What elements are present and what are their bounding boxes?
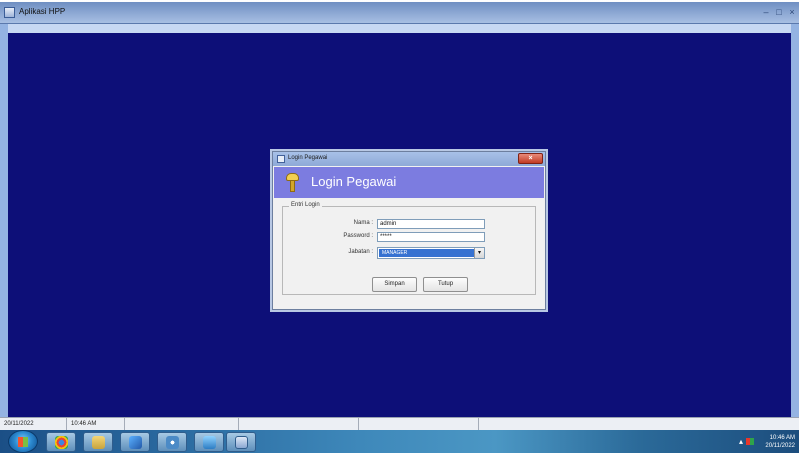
window-border-left [0,24,8,434]
paint-taskbar-button[interactable] [120,432,150,452]
password-input[interactable]: ***** [377,232,485,242]
name-input[interactable]: admin [377,219,485,229]
start-button[interactable] [8,430,38,453]
app-taskbar-button[interactable] [194,432,224,452]
clock-date: 20/11/2022 [765,443,795,449]
maximize-icon[interactable]: □ [773,6,785,18]
media-taskbar-button[interactable] [157,432,187,452]
key-icon [286,173,299,192]
application-icon [203,436,216,449]
position-selected-value: MANAGER [379,249,475,257]
chrome-icon [55,436,68,449]
save-button[interactable]: Simpan [372,277,417,292]
dialog-titlebar[interactable]: Login Pegawai × [273,152,545,166]
password-label: Password : [343,233,373,239]
dialog-title: Login Pegawai [288,155,328,161]
app-titlebar: Aplikasi HPP – □ × [0,2,799,24]
media-icon [166,436,179,449]
chrome-taskbar-button[interactable] [46,432,76,452]
dialog-close-button[interactable]: × [518,153,543,164]
taskbar-clock[interactable]: 10:46 AM 20/11/2022 [760,434,795,450]
folder-icon [92,436,105,449]
window-border-right [791,24,799,434]
position-label: Jabatan : [348,249,373,255]
system-tray[interactable]: ▴ [739,433,759,450]
chevron-down-icon[interactable]: ▾ [474,248,484,258]
entry-login-group: Entri Login Nama : admin Password : ****… [282,202,536,295]
tray-arrow-icon[interactable]: ▴ [739,437,743,446]
dialog-window-icon [277,155,285,163]
dialog-heading: Login Pegawai [311,174,397,189]
flag-icon[interactable] [746,438,754,445]
app-window-icon [4,7,15,18]
taskbar: ▴ 10:46 AM 20/11/2022 [0,430,799,453]
hpp-taskbar-button[interactable] [226,432,256,452]
window-icon [235,436,248,449]
paint-icon [129,436,142,449]
dialog-header: Login Pegawai [274,167,544,198]
clock-time: 10:46 AM [769,435,795,441]
name-label: Nama : [353,220,373,226]
login-dialog: Login Pegawai × Login Pegawai Entri Logi… [272,151,546,310]
app-title: Aplikasi HPP [19,7,66,16]
position-select[interactable]: MANAGER ▾ [377,247,485,259]
statusbar: 20/11/2022 10:46 AM [0,417,799,431]
close-icon[interactable]: × [786,6,798,18]
menu-strip [8,24,791,33]
explorer-taskbar-button[interactable] [83,432,113,452]
group-title: Entri Login [289,202,322,208]
close-button[interactable]: Tutup [423,277,468,292]
minimize-icon[interactable]: – [760,6,772,18]
